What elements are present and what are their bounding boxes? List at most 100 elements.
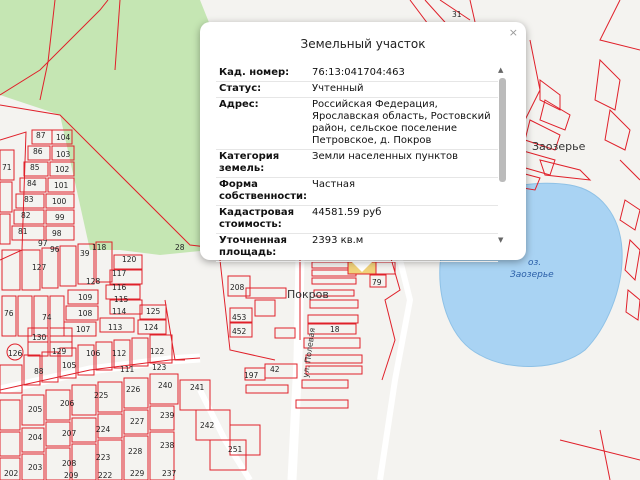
parcel-number-label: 241 — [190, 383, 205, 392]
parcel-number-label: 97 — [38, 239, 48, 248]
parcel-number-label: 74 — [42, 313, 52, 322]
popup-scrollbar[interactable]: ▲ ▼ — [498, 66, 507, 244]
parcel-number-label: 227 — [130, 417, 145, 426]
row-label: Адрес: — [216, 97, 310, 150]
parcel-number-label: 100 — [52, 197, 67, 206]
parcel-number-label: 105 — [62, 361, 77, 370]
parcel-number-label: 118 — [92, 243, 107, 252]
parcel-number-label: 111 — [120, 365, 135, 374]
parcel-number-label: 84 — [27, 179, 37, 188]
parcel-number-label: 86 — [33, 147, 43, 156]
parcel-number-label: 251 — [228, 445, 243, 454]
table-row: Кадастровая стоимость: 44581.59 руб — [216, 205, 498, 234]
parcel-number-label: 130 — [32, 333, 47, 342]
row-value: Учтенный — [309, 81, 498, 98]
parcel-number-label: 222 — [98, 471, 113, 480]
parcel-number-label: 76 — [4, 309, 14, 318]
row-label: Кад. номер: — [216, 66, 310, 82]
parcel-number-label: 87 — [36, 131, 46, 140]
row-value: 44581.59 руб — [309, 205, 498, 234]
parcel-number-label: 85 — [30, 163, 40, 172]
village-label: Покров — [287, 288, 329, 301]
row-label: Категория земель: — [216, 149, 310, 178]
row-label: Форма собственности: — [216, 177, 310, 206]
row-value: Российская Федерация, Ярославская област… — [309, 97, 498, 150]
parcel-number-label: 208 — [62, 459, 77, 468]
lake-label-prefix: оз. — [528, 258, 541, 268]
row-value: 76:13:041704:463 — [309, 66, 498, 82]
parcel-info-table: Кад. номер: 76:13:041704:463 Статус: Учтен… — [216, 66, 498, 262]
close-icon[interactable]: × — [509, 26, 518, 39]
parcel-number-label: 223 — [96, 453, 111, 462]
parcel-number-label: 126 — [8, 349, 23, 358]
parcel-number-label: 109 — [78, 293, 93, 302]
parcel-number-label: 106 — [86, 349, 101, 358]
parcel-number-label: 108 — [78, 309, 93, 318]
parcel-number-label: 115 — [114, 295, 129, 304]
place-label: Заозерье — [532, 140, 586, 153]
parcel-number-label: 42 — [270, 365, 280, 374]
parcel-number-label: 28 — [175, 243, 185, 252]
lake-label: Заозерье — [510, 270, 554, 280]
parcel-number-label: 206 — [60, 399, 75, 408]
popup-content[interactable]: Кад. номер: 76:13:041704:463 Статус: Учтен… — [216, 66, 498, 266]
parcel-number-label: 102 — [55, 165, 70, 174]
parcel-number-label: 237 — [162, 469, 177, 478]
row-value: 2393 кв.м — [309, 233, 498, 262]
parcel-number-label: 107 — [76, 325, 91, 334]
row-value: Частная — [309, 177, 498, 206]
table-row: Кад. номер: 76:13:041704:463 — [216, 66, 498, 82]
parcel-number-label: 103 — [56, 150, 71, 159]
parcel-number-label: 88 — [34, 367, 44, 376]
table-row: Категория земель: Земли населенных пункто… — [216, 149, 498, 178]
parcel-number-label: 240 — [158, 381, 173, 390]
scroll-up-arrow-icon[interactable]: ▲ — [498, 66, 503, 74]
parcel-number-label: 127 — [32, 263, 47, 272]
parcel-number-label: 453 — [232, 313, 247, 322]
parcel-number-label: 120 — [122, 255, 137, 264]
parcel-number-label: 207 — [62, 429, 77, 438]
parcel-number-label: 39 — [80, 249, 90, 258]
parcel-number-label: 98 — [52, 229, 62, 238]
parcel-number-label: 204 — [28, 433, 43, 442]
parcel-number-label: 205 — [28, 405, 43, 414]
table-row: Адрес: Российская Федерация, Ярославская … — [216, 97, 498, 150]
parcel-number-label: 239 — [160, 411, 175, 420]
row-label: Уточненная площадь: — [216, 233, 310, 262]
parcel-number-label: 101 — [54, 181, 69, 190]
parcel-number-label: 238 — [160, 441, 175, 450]
parcel-number-label: 113 — [108, 323, 123, 332]
parcel-number-label: 225 — [94, 391, 109, 400]
row-label: Кадастровая стоимость: — [216, 205, 310, 234]
parcel-number-label: 122 — [150, 347, 165, 356]
parcel-number-label: 208 — [230, 283, 245, 292]
parcel-number-label: 117 — [112, 269, 127, 278]
parcel-number-label: 197 — [244, 371, 259, 380]
parcel-number-label: 228 — [128, 447, 143, 456]
parcel-number-label: 202 — [4, 469, 19, 478]
parcel-number-label: 81 — [18, 227, 28, 236]
table-row: Уточненная площадь: 2393 кв.м — [216, 233, 498, 262]
parcel-number-label: 112 — [112, 349, 127, 358]
scroll-thumb[interactable] — [499, 78, 506, 182]
parcel-number-label: 79 — [372, 278, 382, 287]
popup-title: Земельный участок — [300, 37, 426, 51]
parcel-number-label: 452 — [232, 327, 247, 336]
parcel-number-label: 203 — [28, 463, 43, 472]
parcel-number-label: 128 — [86, 277, 101, 286]
parcel-number-label: 116 — [112, 283, 127, 292]
parcel-number-label: 71 — [2, 163, 12, 172]
row-value: Земли населенных пунктов — [309, 149, 498, 178]
scroll-down-arrow-icon[interactable]: ▼ — [498, 236, 503, 244]
parcel-number-label: 129 — [52, 347, 67, 356]
parcel-number-label: 31 — [452, 10, 462, 19]
parcel-number-label: 229 — [130, 469, 145, 478]
parcel-number-label: 226 — [126, 385, 141, 394]
parcel-number-label: 224 — [96, 425, 111, 434]
parcel-number-label: 123 — [152, 363, 167, 372]
row-label: Статус: — [216, 81, 310, 98]
parcel-number-label: 242 — [200, 421, 215, 430]
table-row: Форма собственности: Частная — [216, 177, 498, 206]
parcel-number-label: 83 — [24, 195, 34, 204]
parcel-number-label: 114 — [112, 307, 127, 316]
